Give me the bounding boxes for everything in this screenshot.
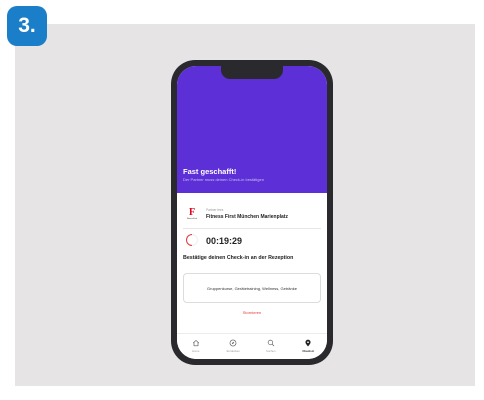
divider xyxy=(183,228,321,229)
timer-progress-icon xyxy=(186,234,198,246)
hero-title: Fast geschafft! xyxy=(183,167,237,176)
logo-mark: F xyxy=(188,207,196,218)
services-box: Gruppenkurse, Gerätetraining, Wellness, … xyxy=(183,273,321,303)
step-badge: 3. xyxy=(7,6,47,46)
tab-label: Entdecken xyxy=(226,349,240,353)
logo-wordmark: FitnessFirst xyxy=(186,218,198,220)
tab-entdecken[interactable]: Entdecken xyxy=(215,334,253,359)
tab-label: Check-in xyxy=(302,349,315,353)
tab-label: Suchen xyxy=(266,349,276,353)
search-icon xyxy=(267,339,274,347)
partner-label: Partner fees xyxy=(206,208,224,212)
bottom-tab-bar: Home Entdecken Suchen Check-in xyxy=(177,333,327,359)
hero-banner: Fast geschafft! Der Partner muss deinen … xyxy=(177,66,327,193)
checkin-sheet: F FitnessFirst Partner fees Fitness Firs… xyxy=(177,193,327,333)
confirm-heading: Bestätige deinen Check-in an der Rezepti… xyxy=(183,255,294,261)
location-pin-icon xyxy=(305,339,311,347)
tab-suchen[interactable]: Suchen xyxy=(252,334,290,359)
checkin-timer: 00:19:29 xyxy=(206,236,243,246)
home-icon xyxy=(192,340,199,347)
cancel-button[interactable]: Stornieren xyxy=(177,310,327,315)
hero-subtitle: Der Partner muss deinen Check-in bestäti… xyxy=(183,177,264,182)
tab-checkin[interactable]: Check-in xyxy=(290,334,328,359)
phone-screen: Fast geschafft! Der Partner muss deinen … xyxy=(177,66,327,359)
tab-label: Home xyxy=(192,349,200,353)
tab-home[interactable]: Home xyxy=(177,334,215,359)
services-text: Gruppenkurse, Gerätetraining, Wellness, … xyxy=(207,285,297,291)
partner-name[interactable]: Fitness First München Marienplatz xyxy=(206,214,288,220)
phone-frame: Fast geschafft! Der Partner muss deinen … xyxy=(171,60,333,365)
fitness-first-logo: F FitnessFirst xyxy=(185,208,199,222)
phone-notch xyxy=(221,66,283,79)
compass-icon xyxy=(229,339,237,347)
